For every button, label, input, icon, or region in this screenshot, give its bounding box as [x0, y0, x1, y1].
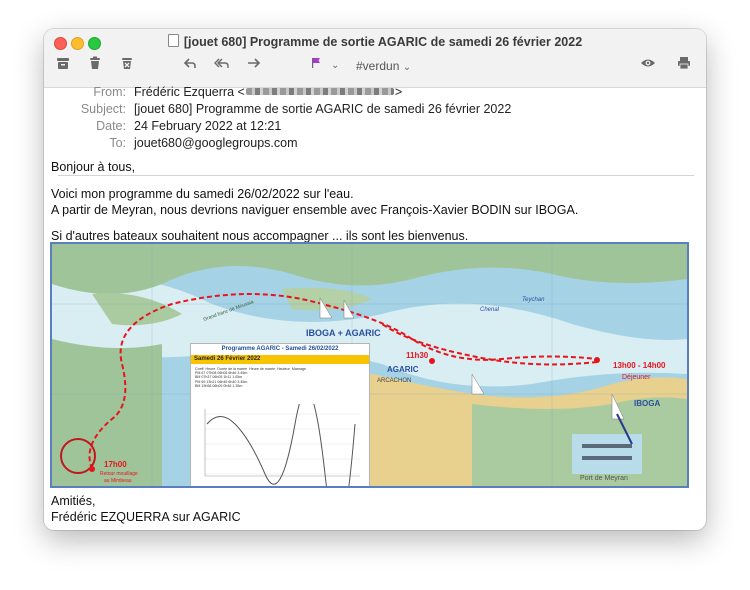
- paragraph-1: Voici mon programme du samedi 26/02/2022…: [51, 187, 354, 201]
- label-arcachon: ARCACHON: [377, 378, 412, 384]
- tide-cell: 0h46: [223, 383, 232, 388]
- signature-text: Frédéric EZQUERRA sur AGARIC: [51, 510, 241, 524]
- greeting-text: Bonjour à tous,: [51, 160, 136, 174]
- tide-table: Coeff Heure Durée de la marée Heure de m…: [195, 367, 306, 388]
- paragraph-2: A partir de Meyran, nous devrions navigu…: [51, 203, 579, 217]
- tide-cell: 06h09: [212, 383, 223, 388]
- header-separator: [58, 175, 694, 176]
- tide-card-title: Programme AGARIC - Samedi 26/02/2022: [221, 346, 339, 352]
- subject-label: Subject:: [80, 102, 126, 116]
- title-bar: [jouet 680] Programme de sortie AGARIC d…: [44, 29, 706, 88]
- window-title: [jouet 680] Programme de sortie AGARIC d…: [44, 34, 706, 49]
- label-retour-2: au Mimbeau: [104, 478, 132, 484]
- flag-menu-chevron-icon[interactable]: ⌄: [331, 56, 339, 76]
- tide-col: Marnage: [291, 367, 307, 371]
- to-label: To:: [109, 136, 126, 150]
- reply-all-icon[interactable]: [214, 56, 230, 76]
- eye-icon[interactable]: [640, 56, 656, 76]
- subject-value: [jouet 680] Programme de sortie AGARIC d…: [134, 102, 512, 116]
- label-time-1300: 13h00 - 14h00: [613, 361, 666, 370]
- window-title-text: [jouet 680] Programme de sortie AGARIC d…: [183, 35, 583, 49]
- label-port-meyran: Port de Meyran: [580, 475, 628, 482]
- tide-curve-chart: [195, 404, 365, 486]
- date-label: Date:: [96, 119, 126, 133]
- redacted-email: [245, 88, 394, 95]
- mailbox-chevron-icon: ⌄: [402, 62, 412, 73]
- date-row: Date: 24 February 2022 at 12:21: [44, 118, 706, 135]
- label-iboga-agaric: IBOGA + AGARIC: [306, 328, 381, 338]
- nautical-chart-image[interactable]: IBOGA + AGARIC AGARIC IBOGA 11h30 13h00 …: [50, 242, 689, 488]
- archive-icon[interactable]: [56, 56, 70, 76]
- label-time-1700: 17h00: [104, 460, 127, 469]
- label-iboga: IBOGA: [634, 399, 661, 408]
- tide-row: BM 19h58 06h09 0h46 1.35m: [195, 384, 306, 388]
- mailbox-tag[interactable]: #verdun ⌄: [356, 57, 411, 77]
- reply-icon[interactable]: [183, 56, 197, 76]
- label-retour-1: Retour mouillage: [100, 471, 138, 477]
- tide-cell: 1.35m: [232, 383, 243, 388]
- from-row: From: Frédéric Ezquerra < >: [44, 84, 706, 101]
- document-icon: [167, 34, 179, 47]
- label-teychan: Teychan: [522, 297, 545, 303]
- tide-col: Heure de marée: [249, 367, 276, 371]
- from-value[interactable]: Frédéric Ezquerra < >: [134, 84, 402, 101]
- mail-window: [jouet 680] Programme de sortie AGARIC d…: [44, 29, 706, 530]
- forward-icon[interactable]: [247, 56, 261, 76]
- tide-cell: 19h58: [201, 383, 212, 388]
- mailbox-tag-label: #verdun: [356, 59, 400, 73]
- tide-card: Programme AGARIC - Samedi 26/02/2022 Sam…: [190, 343, 370, 486]
- tide-card-date: Samedi 26 Février 2022: [191, 355, 369, 364]
- junk-icon[interactable]: [120, 56, 134, 76]
- subject-row: Subject: [jouet 680] Programme de sortie…: [44, 101, 706, 118]
- trash-icon[interactable]: [88, 56, 102, 76]
- from-label: From:: [93, 85, 126, 99]
- tide-cell: BM: [195, 383, 201, 388]
- label-time-1130: 11h30: [406, 351, 429, 360]
- label-dejeuner: Déjeuner: [622, 374, 651, 381]
- date-value: 24 February 2022 at 12:21: [134, 119, 282, 133]
- flag-icon[interactable]: [310, 56, 322, 76]
- from-name: Frédéric Ezquerra <: [134, 85, 245, 99]
- signoff-text: Amitiés,: [51, 494, 96, 508]
- from-end: >: [394, 85, 403, 99]
- tide-col: Hauteur: [277, 367, 290, 371]
- to-row: To: jouet680@googlegroups.com: [44, 135, 706, 152]
- printer-icon[interactable]: [677, 56, 691, 76]
- label-agaric: AGARIC: [387, 365, 419, 374]
- label-chenal: Chenal: [480, 307, 500, 313]
- to-value[interactable]: jouet680@googlegroups.com: [134, 135, 298, 152]
